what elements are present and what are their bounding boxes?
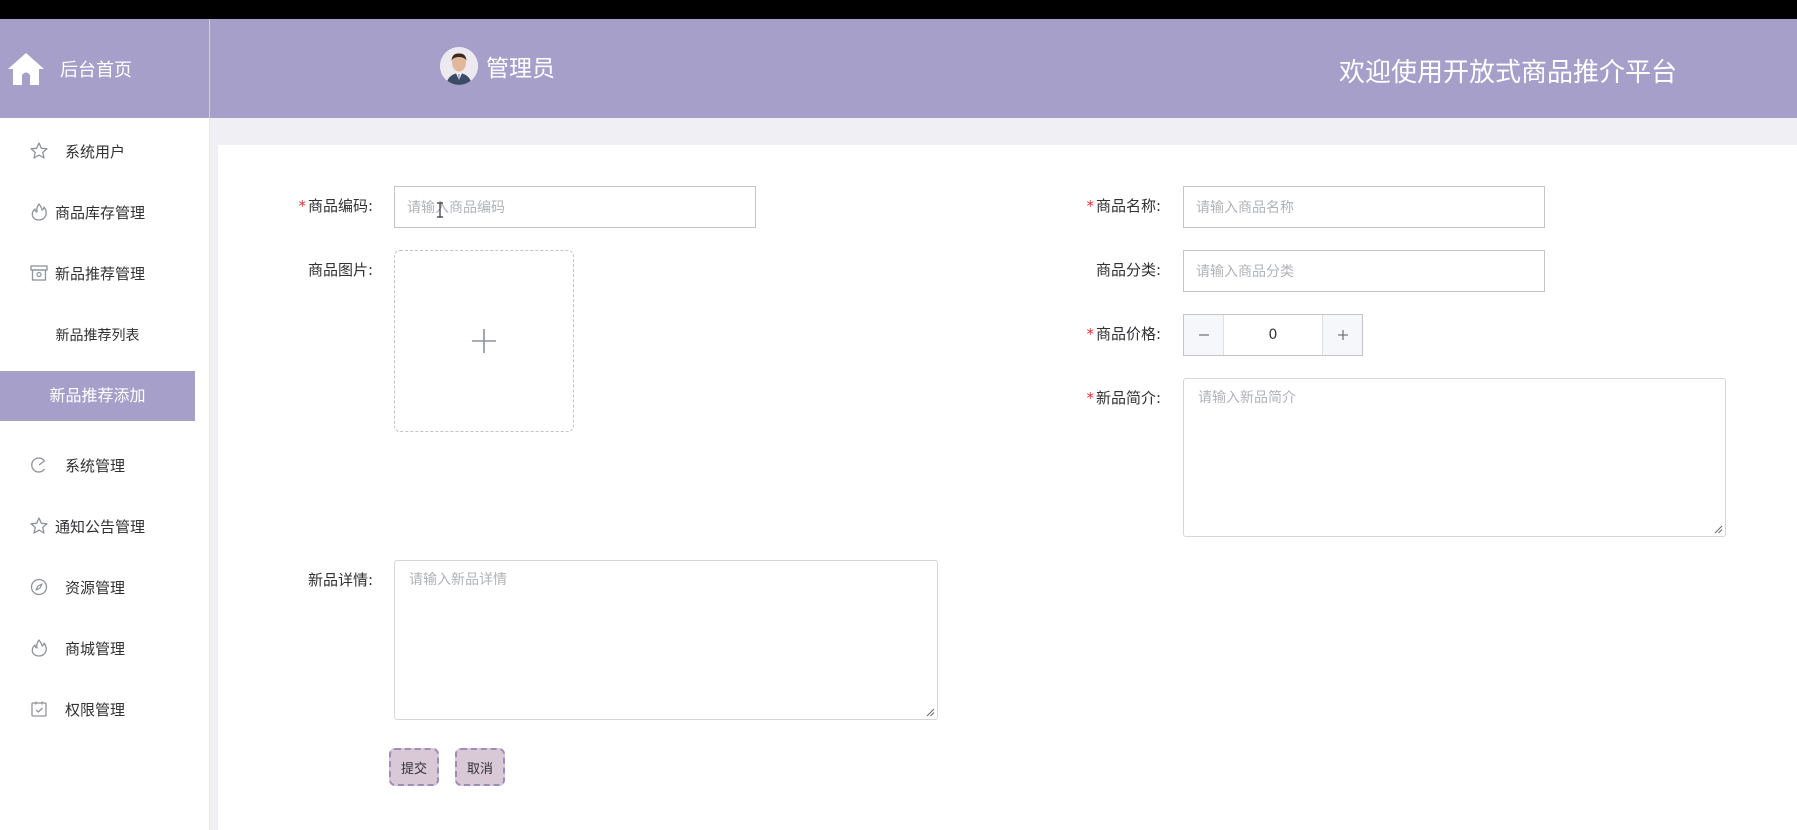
pie-icon (31, 457, 46, 473)
sidebar-item-label: 商城管理 (65, 639, 126, 658)
sidebar-item-label: 通知公告管理 (55, 517, 146, 536)
avatar[interactable] (440, 47, 478, 85)
home-link[interactable]: 后台首页 (0, 19, 210, 118)
home-icon (8, 52, 44, 85)
category-label: 商品分类: (1095, 261, 1161, 279)
submenu-item-new-list[interactable]: 新品推荐列表 (0, 325, 195, 345)
increment-button[interactable] (1322, 315, 1362, 355)
text-cursor-icon (437, 202, 443, 218)
required-mark: * (298, 197, 306, 215)
decrement-button[interactable] (1184, 315, 1224, 355)
sidebar: 系统用户 商品库存管理 新品推荐管理 新品推荐列表 新品推荐添加 系统管理 通知… (0, 118, 210, 830)
sidebar-item-label: 系统用户 (65, 142, 126, 161)
star-icon (30, 142, 48, 159)
image-upload[interactable] (394, 250, 574, 432)
product-detail-textarea[interactable]: 请输入新品详情 (394, 560, 938, 720)
sidebar-item-label: 资源管理 (65, 578, 126, 597)
product-code-input[interactable]: 请输入商品编码 (394, 186, 756, 228)
star-icon (30, 517, 48, 534)
plus-icon (1337, 330, 1348, 340)
sidebar-item-inventory[interactable]: 商品库存管理 (0, 192, 210, 232)
image-label: 商品图片: (307, 261, 373, 279)
name-label: * 商品名称: (1086, 197, 1161, 215)
calendar-check-icon (31, 701, 47, 717)
price-label: * 商品价格: (1086, 325, 1161, 343)
submit-button[interactable]: 提交 (389, 748, 439, 786)
price-stepper[interactable]: 0 (1183, 314, 1363, 356)
brand-title: 后台首页 (60, 59, 132, 81)
required-mark: * (1086, 325, 1094, 343)
sidebar-item-permissions[interactable]: 权限管理 (0, 689, 210, 729)
sidebar-item-mall[interactable]: 商城管理 (0, 628, 210, 668)
product-category-input[interactable]: 请输入商品分类 (1183, 250, 1545, 292)
sidebar-item-resources[interactable]: 资源管理 (0, 567, 210, 607)
product-intro-textarea[interactable]: 请输入新品简介 (1183, 378, 1726, 537)
welcome-title: 欢迎使用开放式商品推介平台 (1338, 58, 1677, 88)
sidebar-item-label: 商品库存管理 (55, 203, 146, 222)
resize-grip-icon[interactable] (926, 708, 935, 717)
intro-label: * 新品简介: (1086, 389, 1161, 407)
window-top-bar (0, 0, 1797, 19)
detail-label: 新品详情: (307, 571, 373, 589)
required-mark: * (1086, 197, 1094, 215)
user-info[interactable]: 管理员 (440, 47, 555, 85)
resize-grip-icon[interactable] (1714, 525, 1723, 534)
header: 后台首页 管理员 欢迎使用开放式商品推介平台 (0, 19, 1797, 118)
sidebar-item-label: 新品推荐管理 (55, 264, 146, 283)
sidebar-item-label: 系统管理 (65, 456, 126, 475)
price-value[interactable]: 0 (1224, 315, 1322, 355)
code-label: * 商品编码: (298, 197, 373, 215)
sidebar-item-notices[interactable]: 通知公告管理 (0, 506, 210, 546)
minus-icon (1198, 334, 1209, 336)
sidebar-item-label: 权限管理 (65, 700, 126, 719)
plus-icon (472, 329, 496, 353)
box-icon (30, 265, 48, 281)
fire-icon (31, 639, 47, 657)
compass-icon (30, 578, 48, 596)
required-mark: * (1086, 389, 1094, 407)
sidebar-item-system-users[interactable]: 系统用户 (0, 131, 210, 171)
sidebar-item-new-products[interactable]: 新品推荐管理 (0, 253, 210, 293)
product-name-input[interactable]: 请输入商品名称 (1183, 186, 1545, 228)
submenu-item-new-add[interactable]: 新品推荐添加 (0, 371, 195, 421)
fire-icon (31, 203, 47, 221)
sidebar-item-system-management[interactable]: 系统管理 (0, 445, 210, 485)
cancel-button[interactable]: 取消 (455, 748, 505, 786)
user-name: 管理员 (486, 56, 555, 82)
